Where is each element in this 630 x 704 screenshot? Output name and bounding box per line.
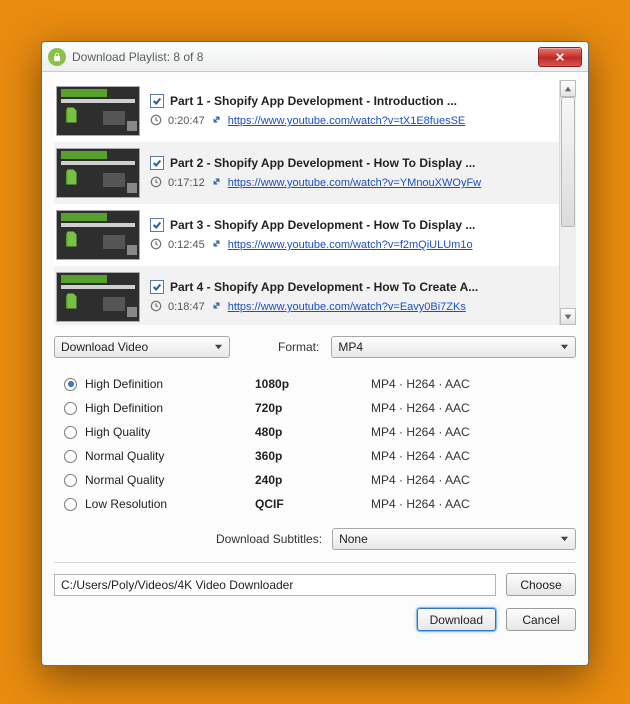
scroll-down-button[interactable] — [560, 308, 576, 325]
playlist-item[interactable]: Part 3 - Shopify App Development - How T… — [54, 204, 559, 266]
quality-option[interactable]: Normal Quality240pMP4 · H264 · AAC — [64, 468, 576, 492]
quality-option[interactable]: High Quality480pMP4 · H264 · AAC — [64, 420, 576, 444]
clock-icon — [150, 300, 162, 315]
quality-list: High Definition1080pMP4 · H264 · AACHigh… — [54, 372, 576, 520]
quality-format: MP4 · H264 · AAC — [371, 449, 470, 463]
video-duration: 0:18:47 — [168, 301, 205, 313]
choose-button[interactable]: Choose — [506, 573, 576, 596]
quality-radio[interactable] — [64, 402, 77, 415]
video-duration: 0:20:47 — [168, 115, 205, 127]
video-url[interactable]: https://www.youtube.com/watch?v=Eavy0Bi7… — [228, 301, 466, 313]
controls-panel: Download Video Format: MP4 High Definiti… — [54, 326, 576, 631]
save-path-field[interactable]: C:/Users/Poly/Videos/4K Video Downloader — [54, 574, 496, 596]
mode-select[interactable]: Download Video — [54, 336, 230, 358]
quality-radio[interactable] — [64, 450, 77, 463]
quality-radio[interactable] — [64, 498, 77, 511]
include-checkbox[interactable] — [150, 280, 164, 294]
quality-format: MP4 · H264 · AAC — [371, 425, 470, 439]
quality-option[interactable]: High Definition720pMP4 · H264 · AAC — [64, 396, 576, 420]
video-thumbnail — [56, 148, 140, 198]
include-checkbox[interactable] — [150, 156, 164, 170]
format-label: Format: — [278, 340, 319, 354]
clock-icon — [150, 238, 162, 253]
quality-option[interactable]: High Definition1080pMP4 · H264 · AAC — [64, 372, 576, 396]
quality-label: High Definition — [85, 401, 255, 415]
titlebar[interactable]: Download Playlist: 8 of 8 — [42, 42, 588, 72]
quality-label: High Definition — [85, 377, 255, 391]
quality-radio[interactable] — [64, 378, 77, 391]
link-icon — [211, 114, 222, 128]
chevron-down-icon — [560, 340, 569, 354]
chevron-down-icon — [560, 532, 569, 546]
quality-resolution: 360p — [255, 449, 371, 463]
video-list: Part 1 - Shopify App Development - Intro… — [54, 80, 559, 325]
include-checkbox[interactable] — [150, 94, 164, 108]
quality-resolution: 1080p — [255, 377, 371, 391]
video-url[interactable]: https://www.youtube.com/watch?v=tX1E8fue… — [228, 115, 466, 127]
video-duration: 0:12:45 — [168, 239, 205, 251]
link-icon — [211, 176, 222, 190]
quality-resolution: 720p — [255, 401, 371, 415]
quality-resolution: 240p — [255, 473, 371, 487]
quality-radio[interactable] — [64, 474, 77, 487]
quality-format: MP4 · H264 · AAC — [371, 401, 470, 415]
video-title: Part 2 - Shopify App Development - How T… — [170, 156, 475, 170]
quality-label: Low Resolution — [85, 497, 255, 511]
playlist-item[interactable]: Part 1 - Shopify App Development - Intro… — [54, 80, 559, 142]
mode-select-value: Download Video — [61, 340, 148, 354]
dialog-window: Download Playlist: 8 of 8 Part 1 - Shopi… — [41, 41, 589, 666]
quality-resolution: 480p — [255, 425, 371, 439]
video-title: Part 3 - Shopify App Development - How T… — [170, 218, 475, 232]
clock-icon — [150, 176, 162, 191]
window-title: Download Playlist: 8 of 8 — [72, 50, 203, 64]
video-duration: 0:17:12 — [168, 177, 205, 189]
scroll-up-button[interactable] — [560, 80, 576, 97]
quality-option[interactable]: Low ResolutionQCIFMP4 · H264 · AAC — [64, 492, 576, 516]
link-icon — [211, 300, 222, 314]
quality-format: MP4 · H264 · AAC — [371, 377, 470, 391]
video-title: Part 1 - Shopify App Development - Intro… — [170, 94, 457, 108]
include-checkbox[interactable] — [150, 218, 164, 232]
video-title: Part 4 - Shopify App Development - How T… — [170, 280, 478, 294]
quality-label: Normal Quality — [85, 449, 255, 463]
subtitles-select[interactable]: None — [332, 528, 576, 550]
playlist-panel: Part 1 - Shopify App Development - Intro… — [54, 80, 576, 326]
playlist-item[interactable]: Part 2 - Shopify App Development - How T… — [54, 142, 559, 204]
quality-resolution: QCIF — [255, 497, 371, 511]
download-button[interactable]: Download — [417, 608, 496, 631]
format-select-value: MP4 — [338, 340, 363, 354]
playlist-item[interactable]: Part 4 - Shopify App Development - How T… — [54, 266, 559, 325]
save-path-value: C:/Users/Poly/Videos/4K Video Downloader — [61, 578, 293, 592]
scroll-track[interactable] — [560, 97, 576, 308]
video-url[interactable]: https://www.youtube.com/watch?v=f2mQiULU… — [228, 239, 473, 251]
link-icon — [211, 238, 222, 252]
quality-radio[interactable] — [64, 426, 77, 439]
video-thumbnail — [56, 210, 140, 260]
video-thumbnail — [56, 272, 140, 322]
video-url[interactable]: https://www.youtube.com/watch?v=YMnouXWO… — [228, 177, 481, 189]
scrollbar[interactable] — [559, 80, 576, 325]
close-button[interactable] — [538, 47, 582, 67]
app-icon — [48, 48, 66, 66]
clock-icon — [150, 114, 162, 129]
quality-option[interactable]: Normal Quality360pMP4 · H264 · AAC — [64, 444, 576, 468]
chevron-down-icon — [214, 340, 223, 354]
quality-label: High Quality — [85, 425, 255, 439]
cancel-button[interactable]: Cancel — [506, 608, 576, 631]
video-thumbnail — [56, 86, 140, 136]
format-select[interactable]: MP4 — [331, 336, 576, 358]
quality-label: Normal Quality — [85, 473, 255, 487]
separator — [54, 562, 576, 563]
scroll-thumb[interactable] — [561, 97, 575, 227]
quality-format: MP4 · H264 · AAC — [371, 473, 470, 487]
dialog-body: Part 1 - Shopify App Development - Intro… — [42, 72, 588, 665]
subtitles-label: Download Subtitles: — [216, 532, 322, 546]
quality-format: MP4 · H264 · AAC — [371, 497, 470, 511]
subtitles-select-value: None — [339, 532, 368, 546]
